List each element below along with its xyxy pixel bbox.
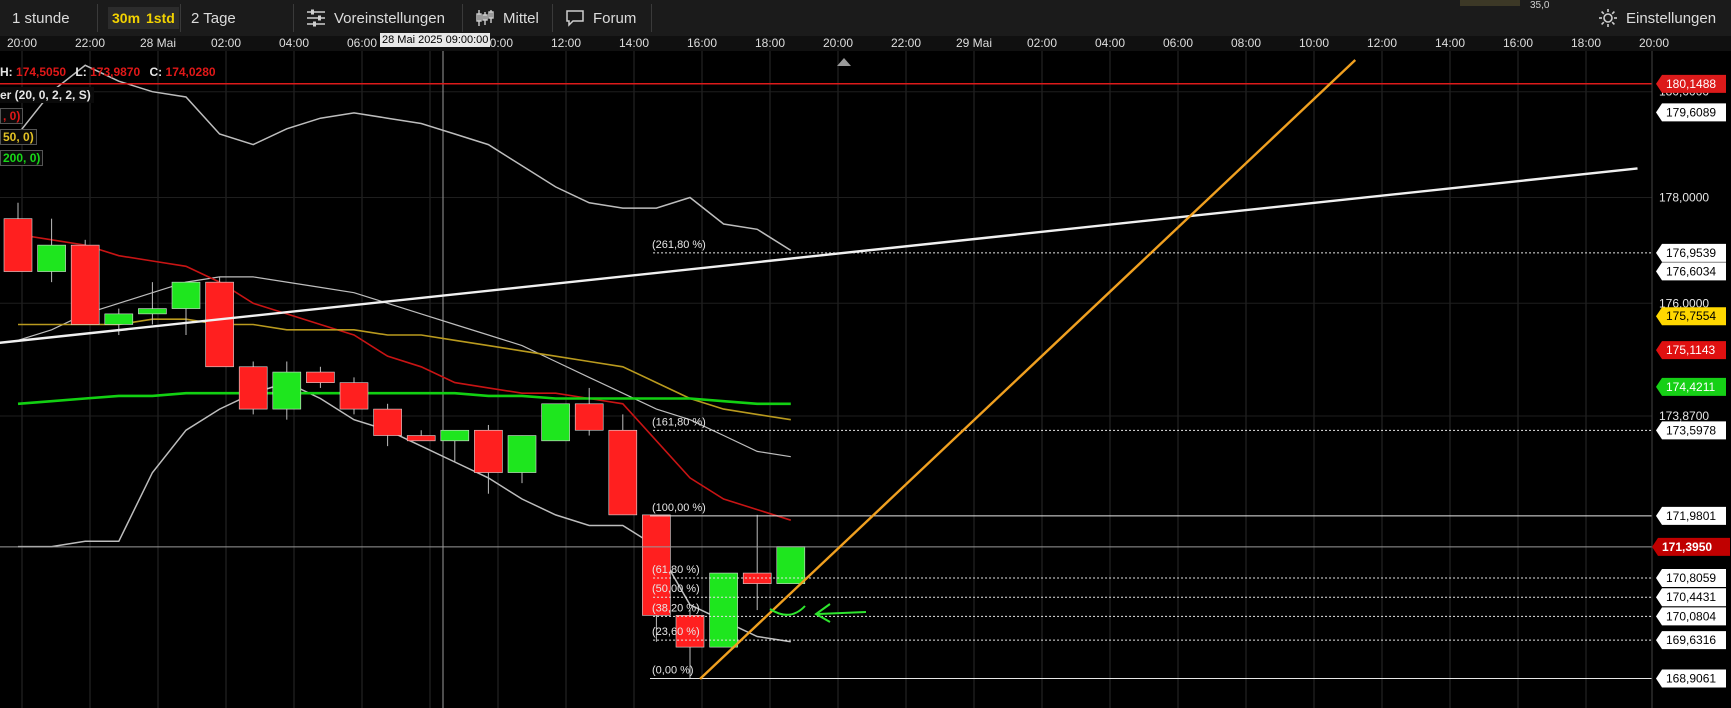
price-tick-label: 178,0000 [1659, 191, 1709, 205]
annotation-arrow-icon [814, 603, 867, 623]
fib-level-label: (0,00 %) [652, 665, 694, 677]
price-badge-label: 175,7554 [1666, 309, 1716, 323]
time-tick-label: 04:00 [1095, 36, 1125, 50]
fib-level-label: (261,80 %) [652, 239, 706, 251]
time-tick-label: 04:00 [279, 36, 309, 50]
ma50-legend[interactable]: 50, 0) [0, 129, 37, 145]
ohlc-high-label: H: [0, 65, 13, 79]
fib-level-label: (100,00 %) [652, 502, 706, 514]
candle-body [104, 313, 134, 325]
fib-level-label: (61,80 %) [652, 564, 700, 576]
trendline-orange [699, 59, 1357, 680]
candle-body [709, 572, 738, 648]
price-badge-label: 169,6316 [1666, 633, 1716, 647]
now-marker-icon [837, 58, 851, 66]
candle-body [3, 218, 33, 272]
price-tick-label: 173,8700 [1659, 409, 1709, 423]
fib-level-label: (161,80 %) [652, 416, 706, 428]
trendline-white [0, 167, 1638, 344]
time-tick-label: 18:00 [1571, 36, 1601, 50]
candle-body [541, 403, 570, 442]
price-badge-label: 176,9539 [1666, 246, 1716, 260]
price-badge-label: 170,4431 [1666, 590, 1716, 604]
price-badge-label: 171,9801 [1666, 509, 1716, 523]
fib-level-label: (23,60 %) [652, 626, 700, 638]
time-tick-label: 28 Mai [140, 36, 176, 50]
candle-body [440, 429, 470, 442]
price-badge-label: 180,1488 [1666, 77, 1716, 91]
price-badge-label: 176,6034 [1666, 264, 1716, 278]
time-tick-label: 10:00 [1299, 36, 1329, 50]
time-tick-label: 22:00 [75, 36, 105, 50]
price-badge-label: 175,1143 [1666, 343, 1715, 357]
price-badge-label: 171,3950 [1662, 540, 1712, 554]
fib-level-label: (38,20 %) [652, 602, 700, 614]
time-tick-label: 08:00 [1231, 36, 1261, 50]
time-tick-label: 02:00 [1027, 36, 1057, 50]
time-tick-label: 20:00 [823, 36, 853, 50]
bollinger-legend[interactable]: er (20, 0, 2, 2, S) [0, 87, 94, 103]
series-line-ma-50 [18, 318, 791, 421]
time-tick-label: 06:00 [1163, 36, 1193, 50]
ohlc-readout: H: 174,5050 L: 173,9870 C: 174,0280 [0, 65, 216, 79]
candle-body [406, 435, 436, 442]
time-tick-label: 12:00 [551, 36, 581, 50]
candle-body [70, 244, 100, 325]
price-badge-label: 173,5978 [1666, 423, 1716, 437]
series-line-bollinger-middle [17, 276, 791, 458]
candle-body [171, 281, 201, 309]
ohlc-high-value: 174,5050 [16, 65, 67, 79]
time-tick-label: 20:00 [1639, 36, 1669, 50]
candle-body [574, 403, 604, 431]
candle-body [507, 435, 537, 473]
time-tick-label: 12:00 [1367, 36, 1397, 50]
time-tick-label: 29 Mai [956, 36, 992, 50]
price-badge-label: 174,4211 [1666, 380, 1715, 394]
ohlc-close-value: 174,0280 [165, 65, 216, 79]
ohlc-low-value: 173,9870 [90, 65, 141, 79]
series-line-ma-20 [17, 233, 792, 521]
time-tick-label: 16:00 [687, 36, 717, 50]
candle-body [138, 308, 167, 315]
fib-level-label: (50,00 %) [652, 583, 700, 595]
time-tick-label: 22:00 [891, 36, 921, 50]
candle-body [474, 429, 503, 473]
time-tick-label: 06:00 [347, 36, 377, 50]
ohlc-close-label: C: [149, 65, 163, 79]
crosshair-time-label: 28 Mai 2025 09:00:00 [380, 33, 491, 47]
candlestick-chart[interactable]: 20:00 22:00 28 Mai 02:00 04:00 06:00 08:00 10:0… [0, 0, 1731, 708]
candle-body [339, 382, 369, 410]
price-badge-label: 168,9061 [1666, 672, 1716, 686]
time-tick-label: 14:00 [1435, 36, 1465, 50]
price-badge-label: 179,6089 [1666, 105, 1716, 119]
candle-body [238, 366, 268, 410]
candle-body [373, 408, 402, 436]
series-line-bollinger-upper [17, 64, 792, 252]
candle-body [306, 371, 335, 383]
candle-body [608, 429, 638, 516]
time-tick-label: 02:00 [211, 36, 241, 50]
candle-body [37, 244, 66, 272]
time-tick-label: 14:00 [619, 36, 649, 50]
price-badge-label: 170,0804 [1666, 609, 1716, 623]
ohlc-low-label: L: [75, 65, 87, 79]
price-badge-label: 170,8059 [1666, 571, 1716, 585]
time-tick-label: 20:00 [7, 36, 37, 50]
candle-body [272, 371, 302, 410]
time-tick-label: 18:00 [755, 36, 785, 50]
series-line-ma-200 [17, 391, 791, 406]
time-tick-label: 16:00 [1503, 36, 1533, 50]
ma200-legend[interactable]: 200, 0) [0, 150, 44, 166]
candle-body [205, 281, 234, 368]
ma20-legend[interactable]: , 0) [0, 108, 24, 124]
